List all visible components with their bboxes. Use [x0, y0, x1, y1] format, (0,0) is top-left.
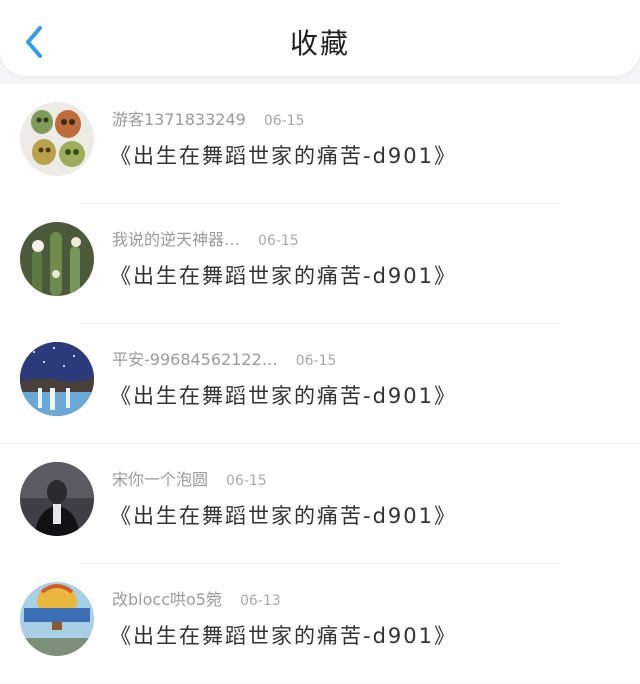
date: 06-15	[226, 473, 267, 489]
username[interactable]: 平安-99684562122…	[112, 350, 278, 369]
favorite-title[interactable]: 《出生在舞蹈世家的痛苦-d901》	[110, 500, 457, 530]
date: 06-15	[263, 113, 305, 129]
avatar[interactable]	[20, 222, 94, 296]
avatar[interactable]	[20, 102, 94, 176]
favorite-title[interactable]: 《出生在舞蹈世家的痛苦-d901》	[110, 260, 457, 290]
favorite-item[interactable]: 游客1371833249 06-15 《出生在舞蹈世家的痛苦-d901》	[0, 84, 640, 204]
username[interactable]: 游客1371833249	[112, 110, 246, 129]
favorite-title[interactable]: 《出生在舞蹈世家的痛苦-d901》	[110, 380, 457, 410]
avatar[interactable]	[20, 582, 94, 656]
favorite-item[interactable]: 宋你一个泡圆 06-15 《出生在舞蹈世家的痛苦-d901》	[0, 444, 640, 564]
avatar[interactable]	[20, 462, 94, 536]
username[interactable]: 我说的逆天神器…	[112, 230, 240, 249]
item-meta: 游客1371833249 06-15	[112, 106, 305, 130]
favorite-item[interactable]: 改blocc哄o5箢 06-13 《出生在舞蹈世家的痛苦-d901》	[0, 564, 640, 684]
favorite-item[interactable]: 平安-99684562122… 06-15 《出生在舞蹈世家的痛苦-d901》	[0, 324, 640, 444]
favorites-list: 游客1371833249 06-15 《出生在舞蹈世家的痛苦-d901》 我说的逆…	[0, 84, 640, 683]
date: 06-15	[295, 353, 337, 369]
item-meta: 我说的逆天神器… 06-15	[112, 226, 299, 250]
username[interactable]: 宋你一个泡圆	[112, 470, 208, 489]
username[interactable]: 改blocc哄o5箢	[112, 590, 222, 609]
favorite-title[interactable]: 《出生在舞蹈世家的痛苦-d901》	[110, 620, 457, 650]
item-meta: 改blocc哄o5箢 06-13	[112, 586, 281, 610]
item-meta: 平安-99684562122… 06-15	[112, 346, 336, 370]
favorite-title[interactable]: 《出生在舞蹈世家的痛苦-d901》	[110, 140, 457, 170]
item-meta: 宋你一个泡圆 06-15	[112, 466, 267, 490]
page-title: 收藏	[289, 27, 350, 60]
date: 06-15	[258, 233, 299, 249]
favorite-item[interactable]: 我说的逆天神器… 06-15 《出生在舞蹈世家的痛苦-d901》	[0, 204, 640, 324]
avatar[interactable]	[20, 342, 94, 416]
top-bar: 收藏	[0, 0, 640, 76]
date: 06-13	[239, 593, 281, 609]
